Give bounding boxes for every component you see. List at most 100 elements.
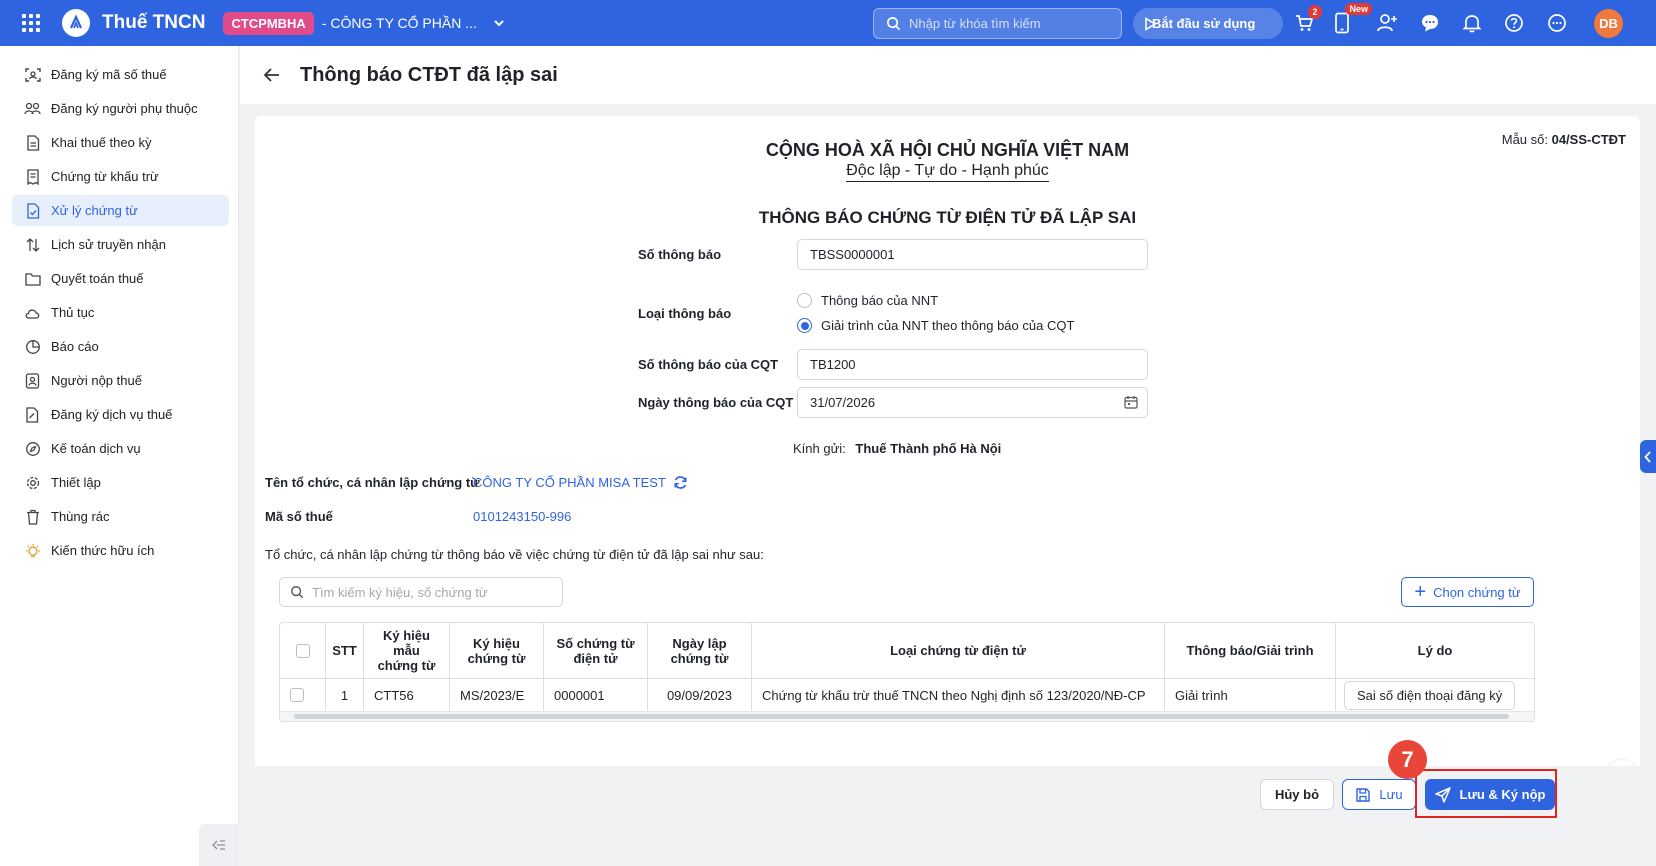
sidebar: Đăng ký mã số thuế Đăng ký người phụ thu… — [0, 46, 239, 866]
global-search-input[interactable] — [909, 16, 1109, 31]
app-title: Thuế TNCN — [102, 12, 206, 33]
table-header-row: STT Ký hiệu mẫu chứng từ Ký hiệu chứng t… — [280, 623, 1534, 678]
search-icon — [291, 586, 304, 599]
horizontal-scrollbar[interactable] — [280, 711, 1534, 721]
documents-table: STT Ký hiệu mẫu chứng từ Ký hiệu chứng t… — [279, 622, 1535, 722]
mobile-app-icon[interactable]: New — [1330, 3, 1372, 35]
sidebar-item-lich-su-truyen-nhan[interactable]: Lịch sử truyền nhận — [12, 229, 229, 260]
checkbox[interactable] — [295, 643, 310, 658]
table-search-input[interactable] — [312, 584, 552, 600]
header-select-all[interactable] — [280, 623, 326, 678]
add-user-icon[interactable] — [1375, 11, 1399, 35]
sidebar-item-label: Kế toán dịch vụ — [51, 441, 141, 456]
sidebar-item-label: Báo cáo — [51, 339, 99, 354]
date-value: 31/07/2026 — [810, 395, 876, 410]
scrollbar-thumb[interactable] — [294, 714, 1509, 719]
ten-to-chuc-value: CÔNG TY CỔ PHẦN MISA TEST — [473, 475, 666, 490]
folder-icon — [24, 270, 41, 287]
page-header: Thông báo CTĐT đã lập sai — [240, 46, 1656, 104]
sidebar-item-label: Kiến thức hữu ích — [51, 543, 155, 558]
sidebar-item-ke-toan-dich-vu[interactable]: Kế toán dịch vụ — [12, 433, 229, 464]
sidebar-item-khai-thue-theo-ky[interactable]: Khai thuế theo kỳ — [12, 127, 229, 158]
gov-title: CỘNG HOÀ XÃ HỘI CHỦ NGHĨA VIỆT NAM — [765, 140, 1130, 160]
ngay-tb-cqt-datepicker[interactable]: 31/07/2026 — [797, 387, 1148, 418]
collapse-left-icon — [212, 840, 225, 850]
table-row[interactable]: 1 CTT56 MS/2023/E 0000001 09/09/2023 Chứ… — [280, 678, 1534, 711]
form-code-value: 04/SS-CTĐT — [1551, 132, 1626, 147]
sidebar-item-label: Thiết lập — [51, 475, 101, 490]
org-code-badge[interactable]: CTCPMBHA — [223, 11, 314, 35]
refresh-icon[interactable] — [673, 475, 688, 490]
more-icon[interactable] — [1545, 11, 1569, 35]
save-button[interactable]: Lưu — [1342, 779, 1416, 810]
choose-document-button[interactable]: + Chọn chứng từ — [1401, 577, 1534, 607]
transfer-icon — [24, 236, 41, 253]
sidebar-item-chung-tu-khau-tru[interactable]: Chứng từ khấu trừ — [12, 161, 229, 192]
new-badge: New — [1345, 3, 1372, 15]
radio-label: Thông báo của NNT — [821, 293, 939, 308]
chat-icon[interactable] — [1418, 11, 1442, 35]
document-icon — [24, 134, 41, 151]
sidebar-item-kien-thuc-huu-ich[interactable]: Kiến thức hữu ích — [12, 535, 229, 566]
sidebar-item-thu-tuc[interactable]: Thủ tục — [12, 297, 229, 328]
sidebar-item-bao-cao[interactable]: Báo cáo — [12, 331, 229, 362]
side-panel-toggle[interactable] — [1640, 440, 1656, 473]
global-search[interactable] — [873, 8, 1122, 39]
radio-giai-trinh-nnt[interactable]: Giải trình của NNT theo thông báo của CQ… — [797, 318, 1074, 333]
choose-document-label: Chọn chứng từ — [1433, 584, 1521, 600]
footer-bar: Hủy bỏ Lưu Lưu & Ký nộp 7 — [240, 740, 1656, 866]
trash-icon — [24, 508, 41, 525]
sidebar-item-xu-ly-chung-tu[interactable]: Xử lý chứng từ — [12, 195, 229, 226]
back-arrow-icon[interactable] — [262, 65, 282, 85]
sidebar-item-dang-ky-ma-so-thue[interactable]: Đăng ký mã số thuế — [12, 59, 229, 90]
help-icon[interactable] — [1502, 11, 1526, 35]
cell-ky-hieu-mau: CTT56 — [364, 679, 450, 711]
sidebar-item-label: Đăng ký dịch vụ thuế — [51, 407, 173, 422]
cart-icon[interactable]: 2 — [1292, 5, 1322, 35]
so-thong-bao-label: Số thông báo — [638, 247, 722, 262]
bell-icon[interactable] — [1460, 11, 1484, 35]
cell-ky-hieu: MS/2023/E — [450, 679, 544, 711]
avatar[interactable]: DB — [1594, 9, 1623, 38]
kinh-gui-value: Thuế Thành phố Hà Nội — [855, 441, 1002, 456]
sidebar-item-nguoi-nop-thue[interactable]: Người nộp thuế — [12, 365, 229, 396]
sidebar-item-dang-ky-nguoi-phu-thuoc[interactable]: Đăng ký người phụ thuộc — [12, 93, 229, 124]
gov-sep-2: - — [957, 162, 972, 179]
save-icon — [1356, 787, 1371, 802]
ly-do-input[interactable]: Sai số điện thoại đăng ký — [1344, 680, 1516, 710]
so-thong-bao-field[interactable]: TBSS0000001 — [797, 239, 1148, 270]
gov-sub-3: Hạnh phúc — [971, 162, 1049, 179]
save-label: Lưu — [1379, 787, 1403, 802]
chevron-down-icon[interactable] — [491, 15, 507, 31]
ten-to-chuc-label: Tên tổ chức, cá nhân lập chứng từ — [265, 475, 480, 490]
org-name[interactable]: - CÔNG TY CỔ PHẦN ... — [322, 15, 477, 31]
sidebar-collapse-button[interactable] — [199, 824, 239, 866]
header-ky-hieu-mau: Ký hiệu mẫu chứng từ — [364, 623, 450, 678]
header-loai-chung-tu: Loại chứng từ điện tử — [752, 623, 1165, 678]
start-using-button[interactable]: Bắt đầu sử dụng — [1133, 8, 1283, 39]
radio-checked[interactable] — [797, 318, 812, 333]
step-number-badge: 7 — [1388, 740, 1427, 779]
sidebar-item-label: Xử lý chứng từ — [51, 203, 138, 218]
cancel-button[interactable]: Hủy bỏ — [1260, 779, 1334, 810]
radio-unchecked[interactable] — [797, 293, 812, 308]
sidebar-item-thiet-lap[interactable]: Thiết lập — [12, 467, 229, 498]
header-thong-bao-giai-trinh: Thông báo/Giải trình — [1165, 623, 1336, 678]
table-search[interactable] — [279, 577, 563, 607]
person-card-icon — [24, 372, 41, 389]
app-grid-icon[interactable] — [22, 14, 40, 32]
cell-ly-do: Sai số điện thoại đăng ký — [1336, 679, 1534, 711]
row-select[interactable] — [280, 679, 326, 711]
sidebar-item-dang-ky-dich-vu-thue[interactable]: Đăng ký dịch vụ thuế — [12, 399, 229, 430]
calendar-icon[interactable] — [1124, 395, 1138, 409]
checkbox[interactable] — [290, 688, 304, 702]
sidebar-item-quyet-toan-thue[interactable]: Quyết toán thuế — [12, 263, 229, 294]
so-tb-cqt-field[interactable]: TB1200 — [797, 349, 1148, 380]
sidebar-item-label: Khai thuế theo kỳ — [51, 135, 152, 150]
lightbulb-icon — [24, 542, 41, 559]
document-check-icon — [24, 202, 41, 219]
form-code-label: Mẫu số: — [1501, 132, 1552, 147]
sidebar-item-thung-rac[interactable]: Thùng rác — [12, 501, 229, 532]
page-title: Thông báo CTĐT đã lập sai — [300, 63, 558, 86]
radio-thong-bao-nnt[interactable]: Thông báo của NNT — [797, 293, 938, 308]
